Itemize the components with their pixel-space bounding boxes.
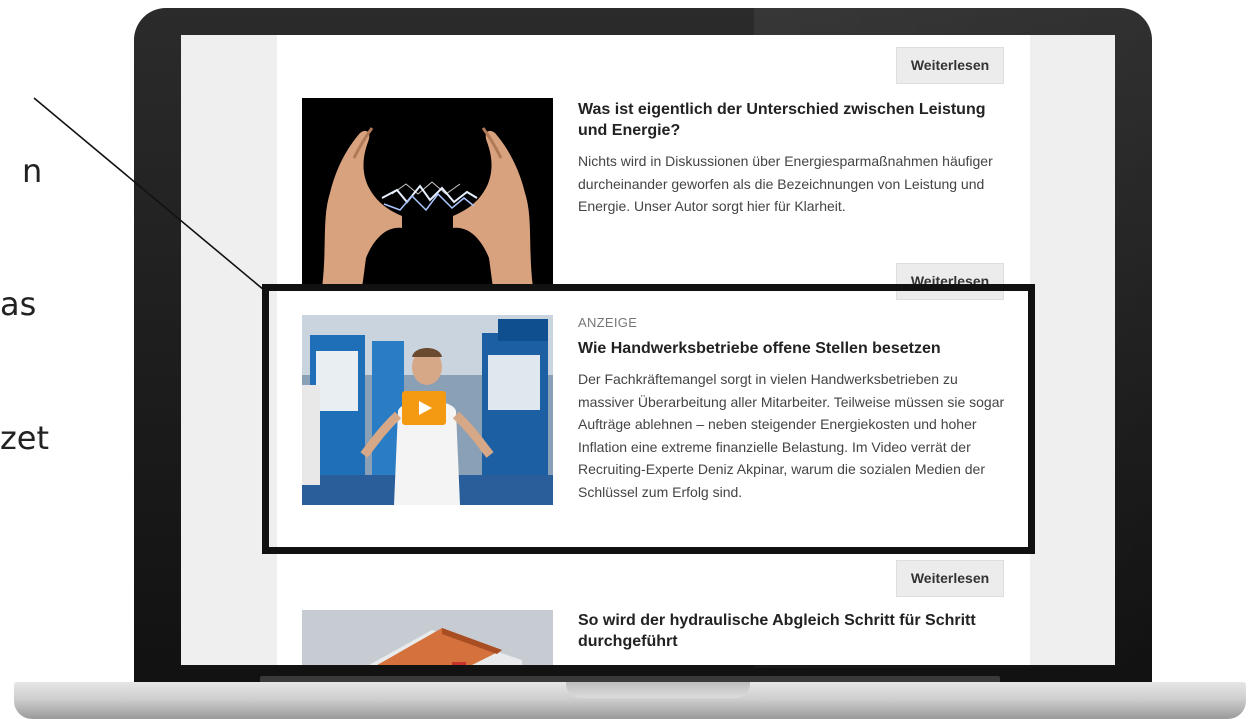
article-summary: Nichts wird in Diskussionen über Energie…	[578, 153, 993, 214]
slide-text-fragment: zet	[0, 419, 50, 457]
article-title[interactable]: Was ist eigentlich der Unterschied zwisc…	[578, 99, 1008, 141]
article-title[interactable]: So wird der hydraulische Abgleich Schrit…	[578, 610, 1008, 652]
article-3: So wird der hydraulische Abgleich Schrit…	[578, 610, 1008, 652]
slide-text-fragment: as	[0, 285, 37, 323]
read-more-button[interactable]: Weiterlesen	[896, 560, 1004, 597]
house-roof-illustration	[302, 610, 553, 665]
highlight-frame	[262, 284, 1035, 554]
article-1: Was ist eigentlich der Unterschied zwisc…	[578, 99, 1008, 218]
slide-text-fragment: n	[22, 152, 43, 190]
laptop-notch	[566, 682, 750, 698]
article-image[interactable]	[302, 610, 553, 665]
article-image[interactable]	[302, 98, 553, 288]
laptop-base	[14, 682, 1246, 719]
read-more-button[interactable]: Weiterlesen	[896, 47, 1004, 84]
hands-electricity-photo	[302, 98, 553, 288]
